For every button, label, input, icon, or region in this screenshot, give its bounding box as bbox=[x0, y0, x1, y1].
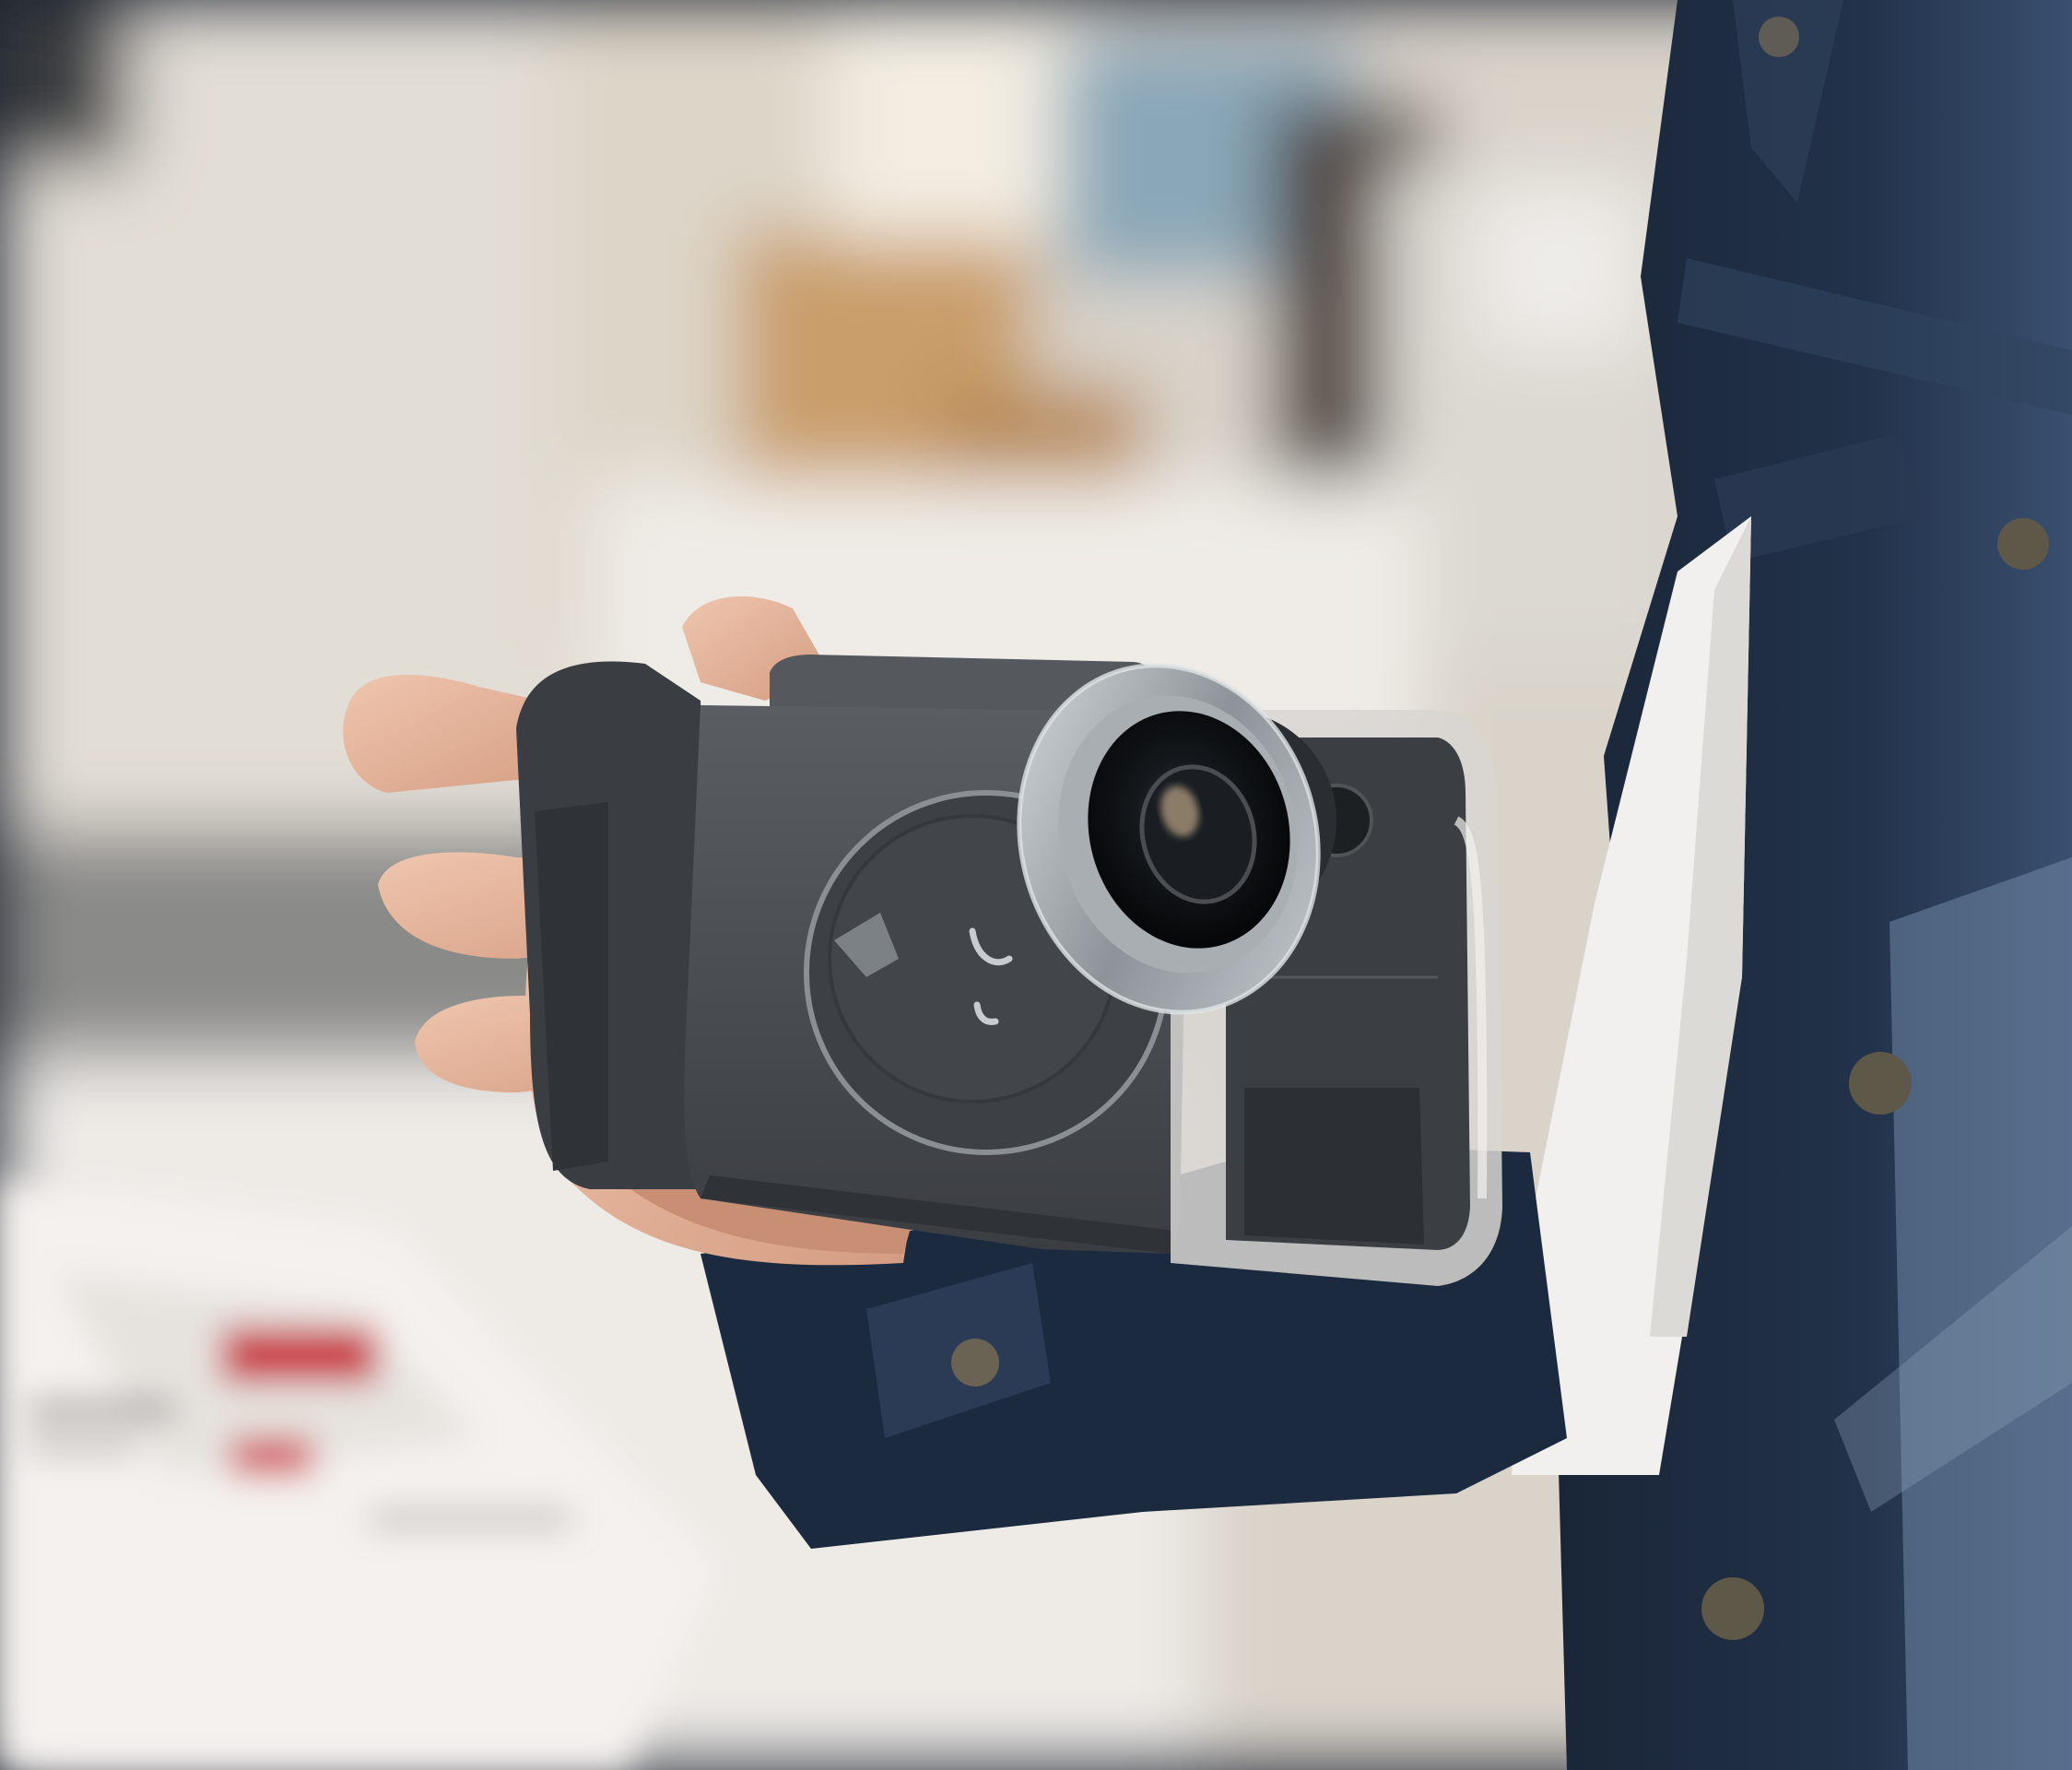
photo-scene bbox=[0, 0, 2072, 1770]
jacket-button bbox=[1701, 1577, 1764, 1640]
jacket-button bbox=[1759, 17, 1799, 57]
jacket-button bbox=[951, 1339, 999, 1386]
jacket-button bbox=[1997, 518, 2049, 570]
jacket-button bbox=[1849, 1052, 1912, 1115]
